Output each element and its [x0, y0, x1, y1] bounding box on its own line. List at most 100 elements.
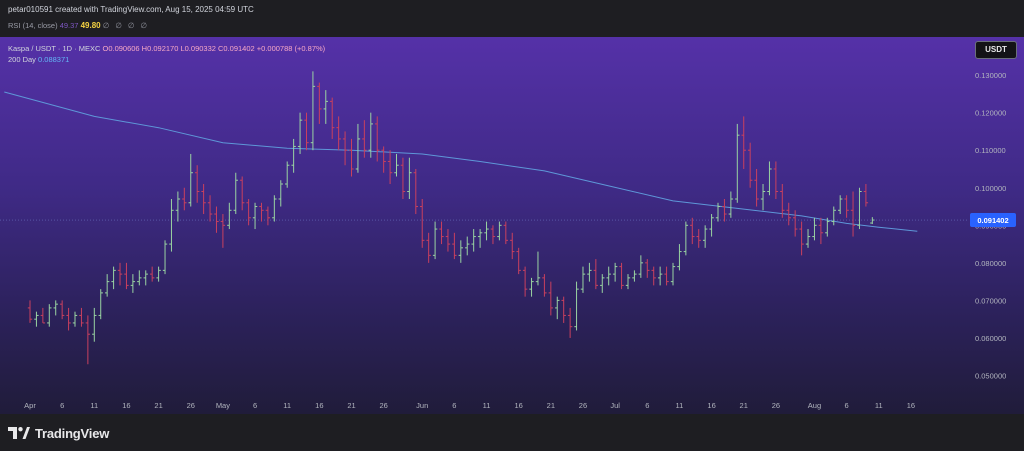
x-tick-label: May: [216, 401, 230, 410]
ohlc-bar: [40, 307, 46, 324]
ohlc-bar: [497, 221, 502, 241]
ohlc-bar: [870, 217, 875, 225]
ohlc-bar: [683, 221, 689, 256]
ohlc-bar: [79, 307, 84, 327]
ohlc-bar: [477, 229, 483, 248]
ohlc-bar: [767, 161, 772, 196]
ohlc-bar: [587, 262, 592, 282]
ohlc-bar: [233, 172, 238, 215]
tradingview-logo-icon: [8, 427, 30, 439]
ohlc-bar: [66, 307, 71, 331]
ohlc-bar: [310, 71, 316, 151]
ohlc-bar: [413, 168, 418, 215]
x-tick-label: 6: [60, 401, 64, 410]
x-tick-label: 26: [379, 401, 387, 410]
ohlc-bar: [381, 146, 386, 173]
ohlc-bar: [580, 266, 586, 293]
ohlc-bar: [452, 232, 457, 260]
x-tick-label: 11: [875, 401, 883, 410]
ma-label: 200 Day: [8, 55, 36, 64]
ohlc-bar: [92, 307, 97, 342]
ohlc-bar: [407, 157, 412, 200]
ma-value: 0.088371: [38, 55, 70, 64]
ohlc-bar: [722, 199, 727, 222]
ohlc-bar: [47, 304, 52, 327]
ohlc-bar: [709, 214, 714, 237]
ohlc-bar: [149, 266, 155, 282]
ohlc-bar: [850, 191, 856, 237]
ohlc-bar: [426, 232, 431, 263]
x-tick-label: Aug: [808, 401, 821, 410]
ohlc-bar: [252, 202, 258, 230]
ohlc-bar: [837, 195, 843, 215]
ohlc-bar: [792, 210, 798, 237]
ohlc-bar: [657, 266, 663, 286]
ohlc-bar: [162, 240, 168, 275]
ohlc-bar: [53, 300, 58, 316]
x-tick-label: 11: [283, 401, 291, 410]
ohlc-bar: [690, 217, 695, 245]
ohlc-bar: [606, 266, 611, 286]
ohlc-bar: [175, 191, 181, 222]
ohlc-bar: [600, 274, 605, 293]
ohlc-bar: [702, 225, 708, 248]
ohlc-bar: [503, 221, 509, 245]
ma-legend[interactable]: 200 Day 0.088371: [8, 55, 69, 64]
ohlc-bar: [735, 123, 740, 203]
ohlc-bar: [85, 315, 91, 365]
x-tick-label: 16: [122, 401, 130, 410]
x-tick-label: Jul: [610, 401, 620, 410]
ohlc-bar: [336, 116, 341, 151]
ohlc-bar: [246, 199, 251, 226]
ohlc-bar: [420, 199, 425, 248]
x-tick-label: 16: [707, 401, 715, 410]
ohlc-bar: [201, 183, 206, 215]
ohlc-bar: [760, 183, 766, 211]
x-tick-label: 11: [90, 401, 98, 410]
ohlc-bar: [349, 138, 354, 177]
ohlc-bar: [342, 131, 348, 166]
ohlc-bar: [535, 251, 541, 286]
ohlc-bar: [323, 90, 328, 124]
ohlc-bar: [220, 214, 226, 248]
ohlc-bar: [143, 270, 148, 286]
ohlc-bar: [317, 82, 322, 124]
ohlc-bar: [651, 266, 656, 286]
ohlc-bar: [529, 277, 534, 297]
ohlc-bar: [754, 168, 759, 207]
x-tick-label: Jun: [416, 401, 428, 410]
x-tick-label: 26: [772, 401, 780, 410]
ohlc-bar: [555, 296, 560, 320]
y-tick-label: 0.070000: [975, 296, 1006, 305]
symbol-legend[interactable]: Kaspa / USDT · 1D · MEXC O0.090606 H0.09…: [8, 44, 325, 53]
ohlc-bar: [863, 183, 869, 207]
x-tick-label: 21: [347, 401, 355, 410]
x-tick-label: 21: [154, 401, 162, 410]
ohlc-bar: [844, 195, 849, 218]
ohlc-bar: [432, 221, 438, 260]
brand-name: TradingView: [35, 425, 110, 441]
ohlc-bar: [239, 176, 245, 211]
ohlc-bar: [445, 229, 451, 252]
ohlc-bar: [773, 161, 779, 200]
currency-button[interactable]: USDT: [975, 41, 1017, 59]
ohlc-bar: [304, 112, 309, 151]
ohlc-bar: [780, 183, 785, 218]
ohlc-bar: [72, 311, 78, 327]
ohlc-bar: [227, 202, 232, 230]
ohlc-bar: [259, 202, 264, 222]
x-tick-label: 6: [452, 401, 456, 410]
ma-200-line: [4, 91, 918, 232]
last-price-label: 0.091402: [977, 216, 1008, 225]
y-tick-label: 0.080000: [975, 259, 1006, 268]
ohlc-bar: [297, 112, 303, 154]
ohlc-bar: [124, 262, 129, 290]
ohlc-bar: [104, 274, 110, 297]
ohlc-bar: [387, 150, 393, 184]
ohlc-chart: 0.0500000.0600000.0700000.0800000.090000…: [0, 71, 1016, 410]
ohlc-bar: [548, 281, 554, 316]
tradingview-logo[interactable]: TradingView: [8, 424, 109, 442]
ohlc-bar: [645, 259, 650, 278]
ohlc-bar: [471, 229, 476, 252]
ohlc-bar: [188, 153, 193, 207]
